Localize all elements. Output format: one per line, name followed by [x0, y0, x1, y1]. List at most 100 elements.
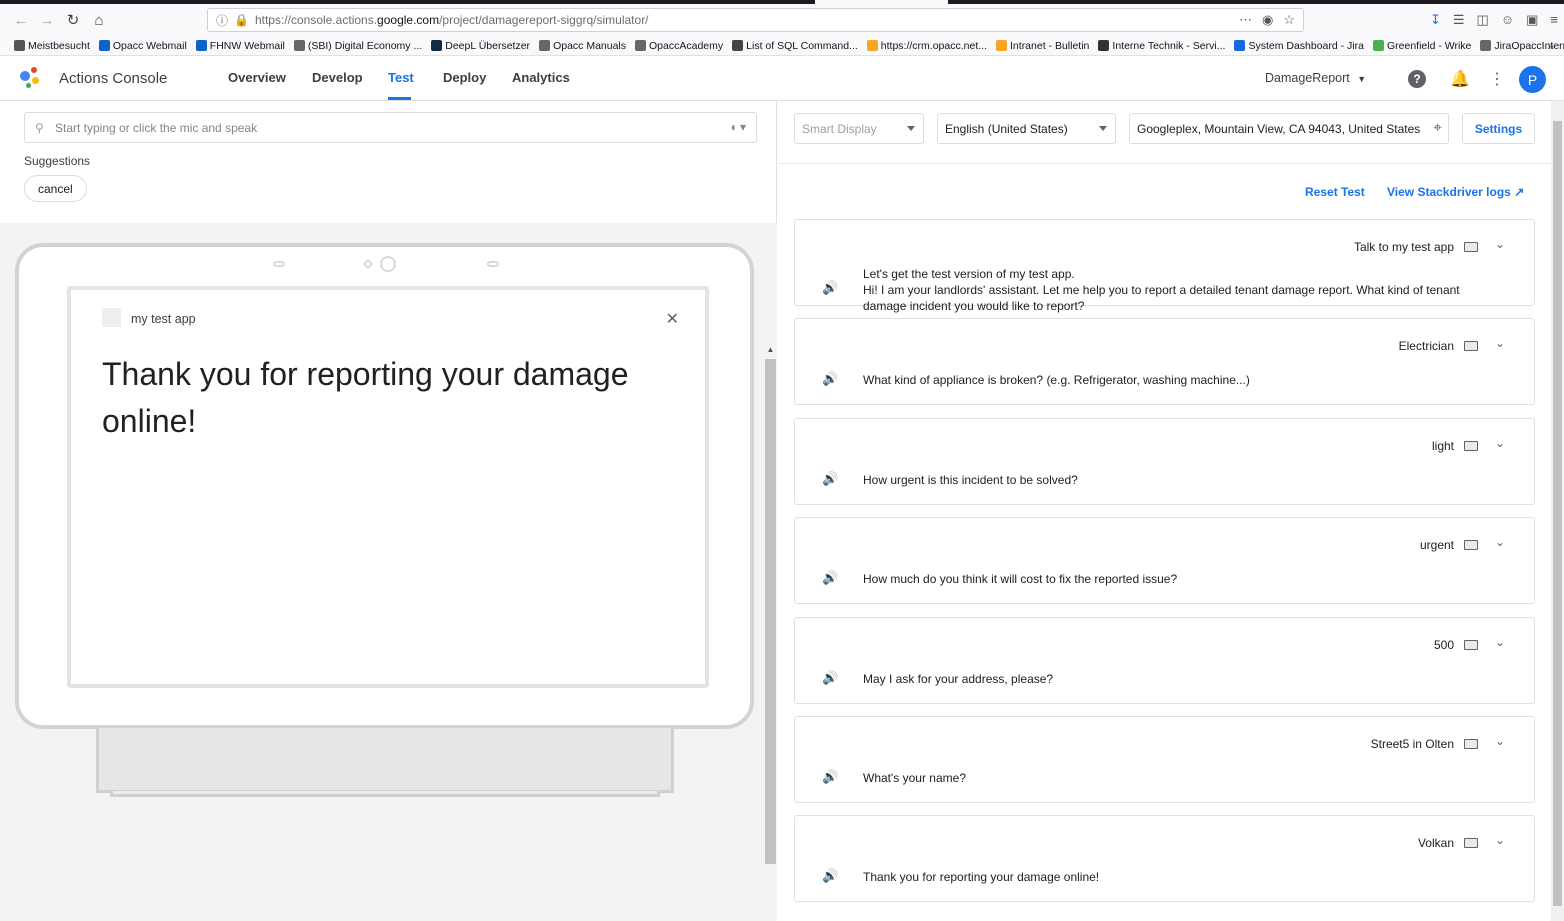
bookmark-favicon-icon	[1372, 40, 1384, 51]
library-icon[interactable]: ☰	[1453, 12, 1465, 28]
chevron-down-icon[interactable]: ⌄	[1495, 734, 1505, 748]
scroll-thumb[interactable]	[765, 359, 776, 864]
close-icon[interactable]: ✕	[666, 309, 679, 329]
tab-develop[interactable]: Develop	[312, 70, 363, 85]
assistant-response: What kind of appliance is broken? (e.g. …	[863, 373, 1250, 388]
my-location-icon[interactable]: ⌖	[1434, 119, 1442, 136]
location-field[interactable]: Googleplex, Mountain View, CA 94043, Uni…	[1129, 113, 1449, 144]
user-query: Talk to my test app	[1353, 240, 1454, 254]
caret-down-icon	[907, 126, 915, 131]
actions-logo-icon	[20, 67, 44, 91]
back-icon[interactable]: ←	[8, 7, 34, 33]
bookmark-label: Interne Technik - Servi...	[1112, 39, 1226, 52]
app-icon	[102, 308, 121, 327]
speaker-icon[interactable]: 🔊	[822, 570, 838, 586]
browser-toolbar: ← → ↻ ⌂ ⓘ 🔒 https://console.actions. goog…	[0, 4, 1564, 36]
bookmark-item[interactable]: Intranet - Bulletin	[996, 40, 1089, 52]
bookmark-item[interactable]: Opacc Manuals	[539, 40, 626, 52]
speaker-icon[interactable]: 🔊	[822, 280, 838, 296]
assistant-response: How urgent is this incident to be solved…	[863, 472, 1078, 487]
speaker-icon[interactable]: 🔊	[822, 868, 838, 884]
bookmarks-overflow-icon[interactable]: »	[1547, 39, 1554, 53]
reload-icon[interactable]: ↻	[60, 7, 86, 33]
reset-test-button[interactable]: Reset Test	[1305, 185, 1365, 199]
suggestion-chip-cancel[interactable]: cancel	[24, 175, 87, 202]
help-icon[interactable]: ?	[1407, 69, 1427, 89]
bookmark-item[interactable]: (SBI) Digital Economy ...	[293, 40, 422, 52]
speaker-icon[interactable]: 🔊	[822, 769, 838, 785]
mic-off-icon[interactable]: ⚲	[35, 121, 44, 135]
scroll-thumb[interactable]	[1553, 121, 1562, 906]
tab-test[interactable]: Test	[388, 70, 414, 85]
bookmark-item[interactable]: OpaccAcademy	[635, 40, 723, 52]
speaker-icon[interactable]: 🔊	[822, 471, 838, 487]
bookmark-favicon-icon	[732, 40, 744, 51]
forward-icon[interactable]: →	[34, 7, 60, 33]
more-vert-icon[interactable]: ⋮	[1487, 69, 1507, 89]
bookmark-item[interactable]: Opacc Webmail	[98, 39, 187, 52]
query-input[interactable]	[55, 120, 655, 135]
device-response-text: Thank you for reporting your damage onli…	[102, 356, 629, 439]
simulator-left-panel: ⚲ ◖ ▾ Suggestions cancel my test app ✕ T…	[0, 101, 777, 921]
more-actions-icon[interactable]: ⋯	[1239, 12, 1252, 28]
conversation-card: urgent ⌄ 🔊 How much do you think it will co…	[794, 517, 1535, 605]
tab-analytics[interactable]: Analytics	[512, 70, 570, 85]
pocket-icon[interactable]: ◉	[1262, 12, 1273, 28]
bookmark-star-icon[interactable]: ☆	[1283, 12, 1295, 28]
stackdriver-logs-link[interactable]: View Stackdriver logs ↗	[1387, 185, 1524, 199]
voice-selector-icon[interactable]: ◖ ▾	[729, 120, 746, 134]
speaker-icon[interactable]: 🔊	[822, 670, 838, 686]
assistant-response: How much do you think it will cost to fi…	[863, 572, 1178, 587]
stackdriver-logs-label: View Stackdriver logs	[1387, 185, 1511, 199]
suggestions-label: Suggestions	[24, 154, 91, 168]
account-icon[interactable]: ☺	[1501, 12, 1514, 28]
surface-select[interactable]: Smart Display	[794, 113, 924, 144]
bookmark-item[interactable]: System Dashboard - Jira	[1234, 40, 1364, 52]
avatar[interactable]: P	[1519, 66, 1546, 93]
bookmark-item[interactable]: Interne Technik - Servi...	[1098, 40, 1225, 52]
bookmark-item[interactable]: DeepL Übersetzer	[431, 40, 530, 52]
chevron-down-icon[interactable]: ⌄	[1495, 833, 1505, 847]
tab-overview[interactable]: Overview	[228, 70, 286, 85]
chevron-down-icon[interactable]: ⌄	[1495, 635, 1505, 649]
language-select[interactable]: English (United States)	[937, 113, 1116, 144]
divider	[778, 163, 1551, 164]
bookmark-item[interactable]: https://crm.opacc.net...	[866, 40, 987, 52]
conversation-card: 500 ⌄ 🔊 May I ask for your address, please?	[794, 616, 1535, 704]
chevron-down-icon[interactable]: ⌄	[1495, 336, 1505, 350]
url-domain: google.com	[377, 13, 440, 27]
tab-deploy[interactable]: Deploy	[443, 70, 486, 85]
bookmark-favicon-icon	[98, 40, 110, 51]
assistant-response: What's your name?	[863, 771, 967, 785]
menu-icon[interactable]: ≡	[1550, 12, 1558, 28]
keyboard-icon	[1464, 341, 1478, 352]
notifications-bell-icon[interactable]: 🔔	[1450, 69, 1470, 89]
project-selector[interactable]: DamageReport ▼	[1265, 71, 1366, 85]
active-tab-indicator	[388, 97, 411, 100]
bookmark-label: Opacc Webmail	[112, 39, 187, 52]
bookmark-favicon-icon	[1234, 40, 1246, 51]
sidebar-icon[interactable]: ◫	[1477, 12, 1489, 28]
page-scrollbar[interactable]	[1551, 101, 1564, 921]
speaker-icon[interactable]: 🔊	[822, 371, 838, 387]
download-icon[interactable]: ↧	[1430, 12, 1441, 28]
bookmark-item[interactable]: FHNW Webmail	[195, 40, 285, 52]
scroll-up-icon[interactable]: ▲	[765, 345, 776, 354]
conversation-card: Electrician ⌄ 🔊 What kind of appliance is b…	[794, 318, 1535, 406]
home-icon[interactable]: ⌂	[86, 7, 112, 33]
settings-button[interactable]: Settings	[1462, 113, 1535, 144]
extension-icon[interactable]: ▣	[1526, 12, 1538, 28]
preview-scrollbar[interactable]: ▲ ▼	[765, 345, 776, 921]
bookmark-item[interactable]: Greenfield - Wrike	[1372, 40, 1471, 52]
info-icon[interactable]: ⓘ	[216, 12, 228, 29]
query-input-box: ⚲ ◖ ▾	[24, 112, 757, 143]
app-header: Actions Console Overview Develop Test De…	[0, 57, 1564, 101]
chevron-down-icon[interactable]: ⌄	[1495, 535, 1505, 549]
chevron-down-icon[interactable]: ⌄	[1495, 436, 1505, 450]
url-bar[interactable]: ⓘ 🔒 https://console.actions. google.com/p…	[207, 8, 1304, 32]
bookmark-item[interactable]: Meistbesucht	[14, 40, 90, 52]
chevron-down-icon[interactable]: ⌄	[1495, 237, 1505, 251]
sensor-icon	[487, 261, 499, 267]
bookmark-item[interactable]: List of SQL Command...	[732, 40, 858, 52]
bookmark-label: Intranet - Bulletin	[1010, 39, 1090, 52]
